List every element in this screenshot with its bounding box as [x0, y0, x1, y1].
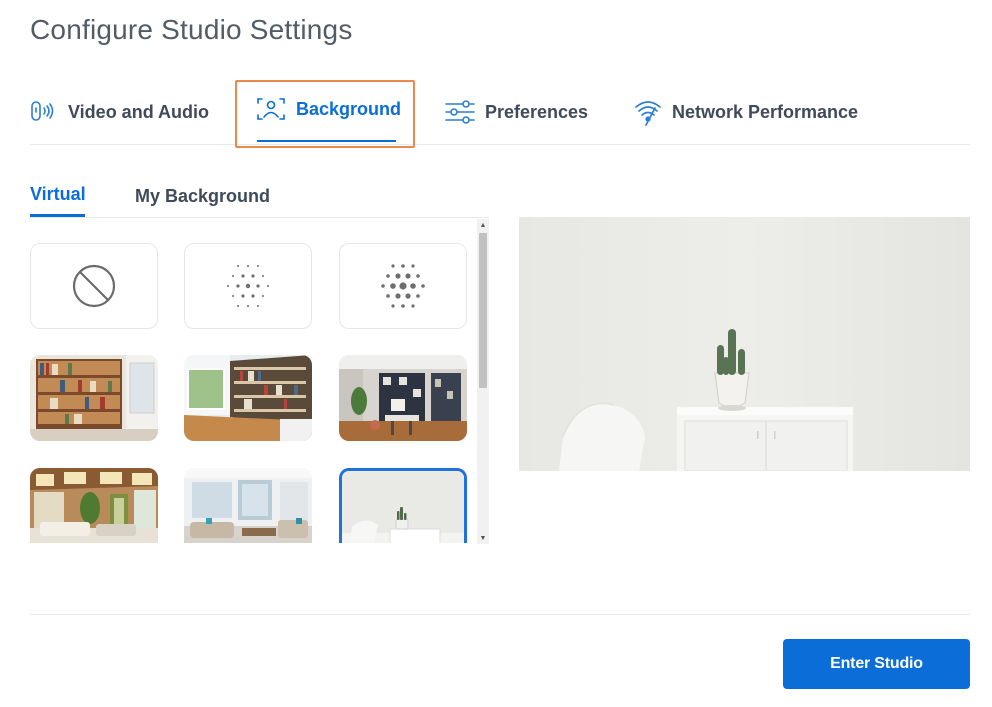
- page-title: Configure Studio Settings: [30, 14, 353, 45]
- active-tab-underline: [257, 140, 396, 142]
- scroll-thumb[interactable]: [479, 233, 487, 388]
- bookshelf-wall-background[interactable]: [30, 355, 158, 441]
- background-preview: [519, 217, 970, 471]
- subtab-my-background[interactable]: My Background: [135, 176, 270, 217]
- bright-living-room-background[interactable]: [184, 468, 312, 543]
- tab-label: Video and Audio: [68, 101, 210, 122]
- background-options-grid: [30, 218, 478, 543]
- library-room-background[interactable]: [184, 355, 312, 441]
- tab-background[interactable]: Background: [256, 78, 401, 140]
- strong-blur-icon: [378, 261, 428, 311]
- settings-tabs: Video and Audio Background Preferences N…: [30, 80, 970, 148]
- tab-network-performance[interactable]: Network Performance: [634, 81, 858, 143]
- sunroom-lounge-background[interactable]: [30, 468, 158, 543]
- modern-office-background[interactable]: [339, 355, 467, 441]
- tab-preferences[interactable]: Preferences: [445, 81, 588, 143]
- video-audio-icon: [30, 99, 58, 125]
- footer-divider: [30, 614, 970, 615]
- grid-scrollbar[interactable]: ▲ ▼: [477, 219, 489, 544]
- no-background-icon: [71, 263, 117, 309]
- strong-blur-option[interactable]: [339, 243, 467, 329]
- sliders-icon: [445, 99, 475, 125]
- enter-studio-button[interactable]: Enter Studio: [783, 639, 970, 689]
- active-subtab-underline: [30, 214, 85, 217]
- tab-label: Preferences: [485, 101, 589, 122]
- wifi-icon: [634, 98, 662, 126]
- tab-video-and-audio[interactable]: Video and Audio: [30, 81, 209, 143]
- plant-on-cabinet-background[interactable]: [339, 468, 467, 543]
- background-person-icon: [256, 96, 286, 122]
- no-background-option[interactable]: [30, 243, 158, 329]
- background-subtabs: Virtual My Background: [30, 176, 489, 218]
- slight-blur-icon: [223, 261, 273, 311]
- tab-label: Background: [296, 98, 402, 119]
- scroll-up-arrow-icon[interactable]: ▲: [477, 219, 489, 231]
- slight-blur-option[interactable]: [184, 243, 312, 329]
- subtab-virtual[interactable]: Virtual: [30, 176, 86, 217]
- scroll-down-arrow-icon[interactable]: ▼: [477, 532, 489, 544]
- tab-label: Network Performance: [672, 101, 859, 122]
